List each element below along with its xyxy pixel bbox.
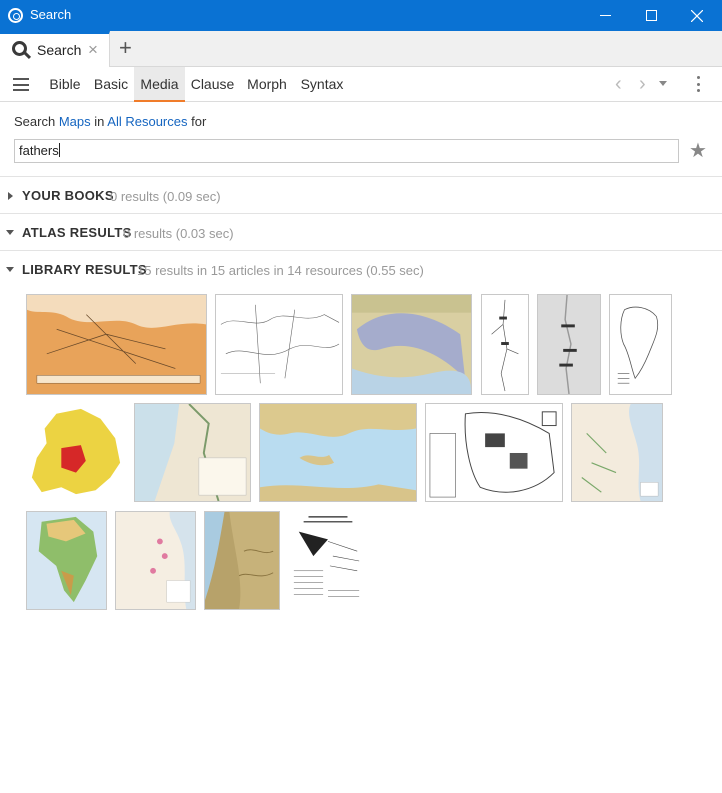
criteria-prefix: Search [14,114,56,129]
map-thumbnail[interactable] [537,294,601,395]
type-tab-media[interactable]: Media [134,67,185,102]
close-icon [691,9,703,22]
maximize-button[interactable] [628,0,674,31]
map-thumbnail[interactable] [26,294,207,395]
tab-bar: Search × + [0,31,722,67]
section-title: ATLAS RESULTS [22,225,132,240]
maximize-icon [645,10,657,21]
map-thumbnail[interactable] [26,403,126,502]
magnifier-icon [12,41,27,56]
close-window-button[interactable] [674,0,720,31]
search-app-icon [8,8,23,23]
tab-search[interactable]: Search × [0,31,110,67]
search-criteria: Search Maps in All Resources for [14,114,206,129]
search-type-toolbar: Bible Basic Media Clause Morph Syntax ‹ … [0,67,722,102]
hamburger-icon[interactable] [13,78,29,91]
map-thumbnail[interactable] [115,511,196,610]
criteria-suffix: for [191,114,207,129]
map-thumbnail[interactable] [204,511,280,610]
collapse-arrow-icon [6,267,14,272]
section-meta: 0 results (0.09 sec) [110,189,221,204]
map-thumbnail[interactable] [215,294,343,395]
type-tab-syntax[interactable]: Syntax [294,67,350,102]
map-thumbnail[interactable] [609,294,672,395]
chevron-right-icon[interactable]: › [639,74,646,94]
dropdown-icon[interactable] [659,81,667,86]
map-thumbnail[interactable] [481,294,529,395]
section-meta: 15 results in 15 articles in 14 resource… [137,263,424,278]
text-cursor [58,143,60,157]
type-tab-basic[interactable]: Basic [88,67,134,102]
expand-arrow-icon [8,192,13,200]
section-your-books[interactable]: YOUR BOOKS 0 results (0.09 sec) [0,176,722,213]
map-thumbnail[interactable] [259,403,417,502]
map-thumbnail[interactable] [26,511,107,610]
section-title: LIBRARY RESULTS [22,262,147,277]
media-kind-link[interactable]: Maps [59,114,91,129]
section-library-results[interactable]: LIBRARY RESULTS 15 results in 15 article… [0,250,722,287]
map-thumbnail[interactable] [288,511,367,610]
minimize-icon [599,15,611,16]
type-tab-clause[interactable]: Clause [185,67,240,102]
map-thumbnail[interactable] [134,403,251,502]
criteria-in: in [94,114,105,129]
search-query: fathers [19,143,59,158]
scope-link[interactable]: All Resources [107,114,187,129]
map-thumbnail[interactable] [425,403,563,502]
chevron-left-icon[interactable]: ‹ [615,74,622,94]
search-input[interactable]: fathers [14,139,679,163]
title-bar: Search [0,0,722,31]
map-thumbnail[interactable] [571,403,663,502]
map-thumbnail[interactable] [351,294,472,395]
type-tab-bible[interactable]: Bible [42,67,88,102]
tab-close-icon[interactable]: × [88,40,98,60]
collapse-arrow-icon [6,230,14,235]
section-atlas-results[interactable]: ATLAS RESULTS 0 results (0.03 sec) [0,213,722,250]
type-tab-morph[interactable]: Morph [240,67,294,102]
minimize-button[interactable] [582,0,628,31]
new-tab-button[interactable]: + [119,34,132,62]
window-title: Search [30,7,72,22]
star-icon[interactable]: ★ [689,139,707,163]
section-title: YOUR BOOKS [22,188,114,203]
tab-label: Search [37,42,82,58]
kebab-icon[interactable] [697,76,701,94]
section-meta: 0 results (0.03 sec) [123,226,234,241]
